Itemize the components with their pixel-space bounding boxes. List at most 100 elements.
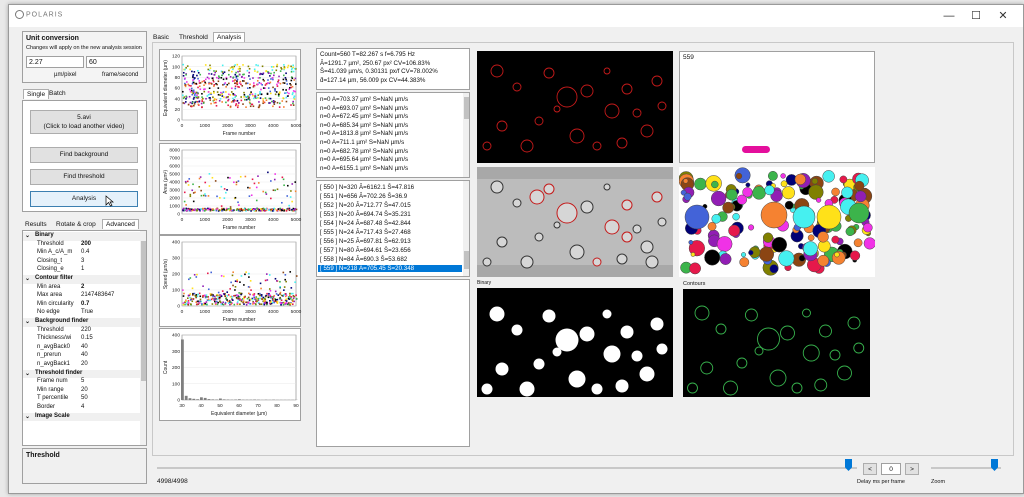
- stats-scrollbar[interactable]: [463, 93, 469, 177]
- maximize-button[interactable]: ☐: [964, 7, 988, 25]
- track-list-item[interactable]: [ 552 ] N=20 Ā=712.77 S̄=47.015: [320, 202, 411, 209]
- property-row[interactable]: Max area 2147483647: [23, 292, 140, 301]
- property-value[interactable]: True: [81, 309, 93, 315]
- property-scrollbar[interactable]: [140, 231, 146, 445]
- track-list-item[interactable]: [ 559 ] N=218 Ā=705.45 S̄=20.348: [318, 265, 462, 272]
- tab-batch[interactable]: Batch: [49, 90, 66, 97]
- tab-advanced[interactable]: Advanced: [102, 219, 139, 229]
- property-value[interactable]: 20: [81, 387, 88, 393]
- property-value[interactable]: 200: [81, 241, 91, 247]
- stats-list-item[interactable]: n=0 A=693.07 µm² S=NaN µm/s: [320, 105, 408, 112]
- track-list[interactable]: [ 550 ] N=320 Ā=6162.1 S̄=47.816 [ 551 ] …: [316, 180, 470, 277]
- stats-scrollbar-thumb[interactable]: [464, 97, 469, 119]
- close-button[interactable]: ✕: [991, 7, 1015, 25]
- property-value[interactable]: 4: [81, 404, 84, 410]
- collapse-icon[interactable]: ⌄: [25, 413, 30, 420]
- zoom-slider-track[interactable]: [931, 467, 1001, 469]
- property-row[interactable]: Min A_c/A_m 0.4: [23, 249, 140, 258]
- property-row[interactable]: Min area 2: [23, 284, 140, 293]
- stats-list-item[interactable]: n=0 A=695.64 µm² S=NaN µm/s: [320, 156, 408, 163]
- property-row[interactable]: Min circularity 0.7: [23, 301, 140, 310]
- property-value[interactable]: 0.4: [81, 249, 89, 255]
- stats-list-item[interactable]: n=0 A=685.34 µm² S=NaN µm/s: [320, 122, 408, 129]
- stats-list-item[interactable]: n=0 A=682.78 µm² S=NaN µm/s: [320, 148, 408, 155]
- prev-frame-button[interactable]: <: [863, 463, 877, 475]
- tab-basic[interactable]: Basic: [153, 34, 169, 41]
- property-row[interactable]: Frame num 5: [23, 378, 140, 387]
- track-list-item[interactable]: [ 557 ] N=80 Ā=694.61 S̄=23.656: [320, 247, 411, 254]
- frame-per-second-input[interactable]: 60: [86, 56, 144, 68]
- stats-list-item[interactable]: n=0 A=6155.1 µm² S=NaN µm/s: [320, 165, 408, 172]
- property-row[interactable]: Border 4: [23, 404, 140, 413]
- property-category[interactable]: ⌄ Threshold finder: [23, 369, 140, 379]
- data-point: [214, 298, 217, 301]
- analysis-button[interactable]: Analysis: [30, 191, 138, 207]
- property-value[interactable]: 2147483647: [81, 292, 114, 298]
- property-row[interactable]: Closing_e 1: [23, 266, 140, 275]
- track-scrollbar[interactable]: [463, 181, 469, 276]
- property-value[interactable]: 3: [81, 258, 84, 264]
- property-row[interactable]: Thickness/wi 0.15: [23, 335, 140, 344]
- load-video-button[interactable]: 5.avi (Click to load another video): [30, 110, 138, 134]
- property-value[interactable]: 0.7: [81, 301, 89, 307]
- collapse-icon[interactable]: ⌄: [25, 318, 30, 325]
- track-list-item[interactable]: [ 558 ] N=84 Ā=690.3 S̄=53.682: [320, 256, 407, 263]
- next-frame-button[interactable]: >: [905, 463, 919, 475]
- property-row[interactable]: Threshold 220: [23, 327, 140, 336]
- collapse-icon[interactable]: ⌄: [25, 275, 30, 282]
- track-list-item[interactable]: [ 555 ] N=24 Ā=717.43 S̄=27.468: [320, 229, 411, 236]
- property-value[interactable]: 40: [81, 344, 88, 350]
- property-value[interactable]: 50: [81, 395, 88, 401]
- tab-results[interactable]: Results: [25, 221, 47, 228]
- minimize-button[interactable]: —: [937, 7, 961, 25]
- tab-threshold[interactable]: Threshold: [179, 34, 208, 41]
- um-per-pixel-input[interactable]: 2.27: [26, 56, 84, 68]
- track-list-item[interactable]: [ 551 ] N=656 Ā=702.26 S̄=36.9: [320, 193, 407, 200]
- tab-single[interactable]: Single: [23, 89, 50, 99]
- property-category[interactable]: ⌄ Background finder: [23, 318, 140, 327]
- zoom-slider-thumb[interactable]: [991, 459, 998, 471]
- stats-list-item[interactable]: n=0 A=703.37 µm² S=NaN µm/s: [320, 96, 408, 103]
- collapse-icon[interactable]: ⌄: [25, 370, 30, 377]
- frame-slider-track[interactable]: [157, 467, 857, 469]
- collapse-icon[interactable]: ⌄: [25, 232, 30, 239]
- tab-rotate-crop[interactable]: Rotate & crop: [56, 221, 96, 228]
- find-background-button[interactable]: Find background: [30, 147, 138, 163]
- track-scrollbar-thumb[interactable]: [464, 251, 469, 269]
- property-category[interactable]: ⌄ Image Scale: [23, 412, 140, 422]
- property-value[interactable]: 1: [81, 266, 84, 272]
- property-row[interactable]: Min range 20: [23, 387, 140, 396]
- property-value[interactable]: 2: [81, 284, 84, 290]
- property-row[interactable]: n_avgBack0 40: [23, 344, 140, 353]
- property-value[interactable]: 5: [81, 378, 84, 384]
- data-point: [249, 86, 251, 89]
- property-category[interactable]: ⌄ Contour filter: [23, 275, 140, 284]
- property-row[interactable]: No edge True: [23, 309, 140, 318]
- property-grid[interactable]: ⌄ Binary Threshold 200 Min A_c/A_m 0.4 Closing…: [22, 230, 147, 446]
- find-threshold-button[interactable]: Find threshold: [30, 169, 138, 185]
- property-value[interactable]: 220: [81, 327, 91, 333]
- track-list-item[interactable]: [ 550 ] N=320 Ā=6162.1 S̄=47.816: [320, 184, 414, 191]
- track-list-item[interactable]: [ 556 ] N=25 Ā=697.81 S̄=62.913: [320, 238, 411, 245]
- stats-list-item[interactable]: n=0 A=672.45 µm² S=NaN µm/s: [320, 113, 408, 120]
- frame-slider-thumb[interactable]: [845, 459, 852, 471]
- property-value[interactable]: 20: [81, 361, 88, 367]
- stats-list-item[interactable]: n=0 A=711.1 µm² S=NaN µm/s: [320, 139, 404, 146]
- property-row[interactable]: n_prerun 40: [23, 352, 140, 361]
- property-category[interactable]: ⌄ Binary: [23, 232, 140, 241]
- property-row[interactable]: Threshold 200: [23, 241, 140, 250]
- property-scrollbar-thumb[interactable]: [141, 241, 146, 381]
- frame-step-input[interactable]: 0: [881, 463, 901, 475]
- property-row[interactable]: n_avgBack1 20: [23, 361, 140, 370]
- property-row[interactable]: Closing_t 3: [23, 258, 140, 267]
- stats-list-item[interactable]: n=0 A=1813.8 µm² S=NaN µm/s: [320, 130, 408, 137]
- track-list-item[interactable]: [ 553 ] N=20 Ā=694.74 S̄=35.231: [320, 211, 411, 218]
- stats-list[interactable]: n=0 A=703.37 µm² S=NaN µm/s n=0 A=693.07 …: [316, 92, 470, 178]
- property-row[interactable]: T percentile 50: [23, 395, 140, 404]
- data-point: [244, 98, 246, 101]
- property-value[interactable]: 40: [81, 352, 88, 358]
- tab-analysis[interactable]: Analysis: [213, 32, 246, 42]
- data-point: [230, 301, 232, 304]
- property-value[interactable]: 0.15: [81, 335, 93, 341]
- track-list-item[interactable]: [ 554 ] N=24 Ā=687.48 S̄=42.844: [320, 220, 411, 227]
